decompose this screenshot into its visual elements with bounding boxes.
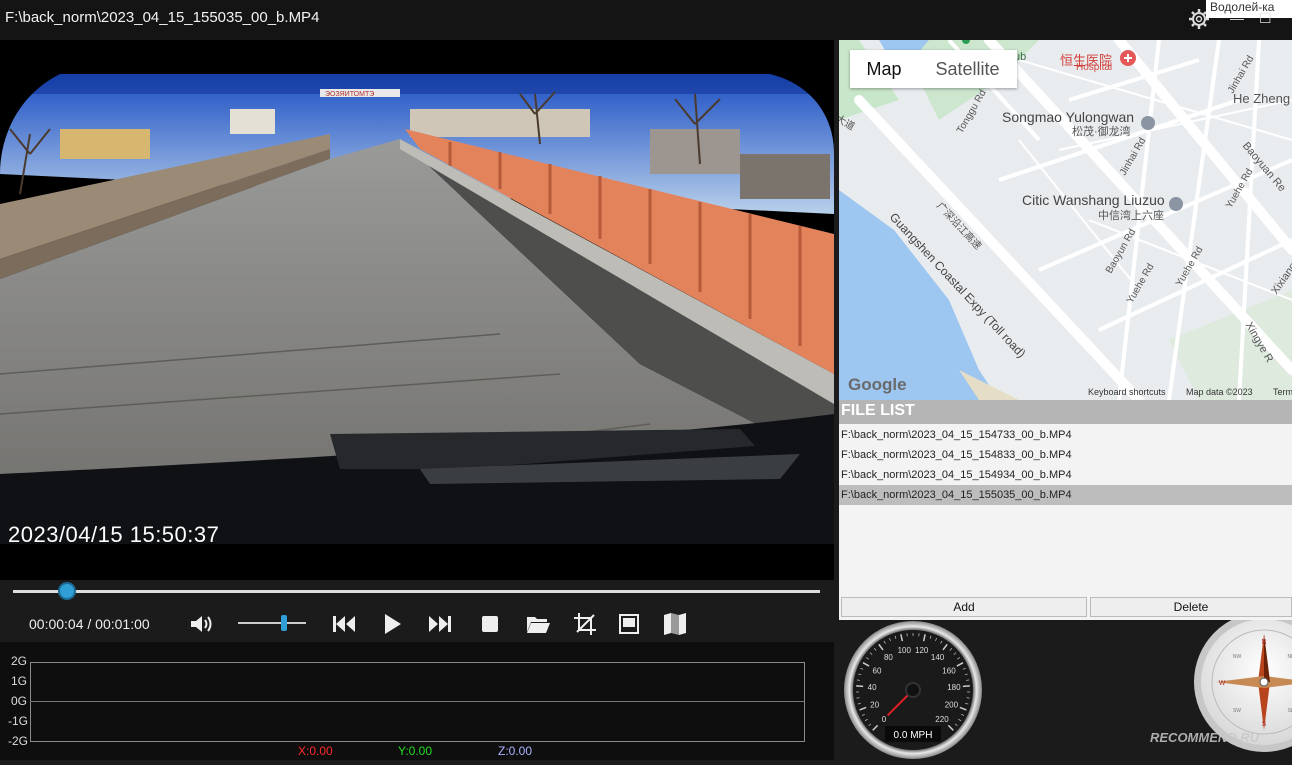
volume-slider[interactable] <box>238 622 306 624</box>
gsensor-zero-line <box>30 701 805 702</box>
minimize-icon[interactable]: — <box>1230 10 1244 26</box>
previous-icon[interactable] <box>330 610 358 638</box>
map-data-credit: Map data ©2023 <box>1186 387 1253 397</box>
compass-sw: SW <box>1233 708 1241 714</box>
tab-satellite[interactable]: Satellite <box>918 50 1017 88</box>
file-list-item-selected[interactable]: F:\back_norm\2023_04_15_155035_00_b.MP4 <box>839 485 1292 505</box>
seek-bar[interactable] <box>13 590 820 593</box>
speedometer-tick-label: 0 <box>882 715 887 724</box>
delete-button[interactable]: Delete <box>1090 597 1292 617</box>
volume-icon[interactable] <box>187 610 215 638</box>
seek-thumb[interactable] <box>58 582 76 600</box>
gsensor-label-minus1g: -1G <box>8 714 28 728</box>
compass-nw: NW <box>1233 654 1242 660</box>
speedometer-tick-label: 100 <box>898 646 912 655</box>
map-terms[interactable]: Term <box>1273 387 1292 397</box>
map-view[interactable]: 恒生医院 Hospital ub He Zheng Songmao Yulong… <box>839 40 1292 400</box>
google-logo: Google <box>848 375 907 395</box>
tab-map[interactable]: Map <box>850 50 918 88</box>
map-keyboard-shortcuts[interactable]: Keyboard shortcuts <box>1088 387 1166 397</box>
gsensor-y-value: Y:0.00 <box>398 744 432 758</box>
map-label-citic: Citic Wanshang Liuzuo <box>1022 192 1165 208</box>
map-label-hospital: Hospital <box>1076 62 1112 73</box>
add-button[interactable]: Add <box>841 597 1087 617</box>
snapshot-crop-icon[interactable] <box>571 610 599 638</box>
gsensor-panel: 2G 1G 0G -1G -2G X:0.00 Y:0.00 Z:0.00 <box>0 642 834 760</box>
gsensor-label-2g: 2G <box>11 654 27 668</box>
fullscreen-icon[interactable] <box>615 610 643 638</box>
compass-s: S <box>1262 721 1267 728</box>
speedometer-tick-label: 40 <box>868 683 877 692</box>
speedometer-hub <box>906 683 920 697</box>
gsensor-label-minus2g: -2G <box>8 734 28 748</box>
stop-icon[interactable] <box>476 610 504 638</box>
watermark: RECOMMEND.RU <box>1150 730 1259 745</box>
playback-time: 00:00:04 / 00:01:00 <box>29 616 150 632</box>
speedometer-tick-label: 140 <box>931 653 945 662</box>
compass-se: SE <box>1288 708 1292 714</box>
play-icon[interactable] <box>378 610 406 638</box>
volume-thumb[interactable] <box>281 615 287 631</box>
speedometer-tick-label: 220 <box>935 715 949 724</box>
video-frame[interactable]: ЭОЗЯИТОМТЭ <box>0 74 834 544</box>
compass-w: W <box>1219 680 1226 687</box>
gsensor-graph <box>30 662 805 742</box>
file-list-item[interactable]: F:\back_norm\2023_04_15_154934_00_b.MP4 <box>839 465 1292 485</box>
file-list-item[interactable]: F:\back_norm\2023_04_15_154733_00_b.MP4 <box>839 425 1292 445</box>
file-list-item[interactable]: F:\back_norm\2023_04_15_154833_00_b.MP4 <box>839 445 1292 465</box>
speedometer-tick-label: 120 <box>915 646 929 655</box>
video-sign-text: ЭОЗЯИТОМТЭ <box>325 91 374 98</box>
window-title: F:\back_norm\2023_04_15_155035_00_b.MP4 <box>5 9 319 26</box>
gsensor-z-value: Z:0.00 <box>498 744 532 758</box>
gsensor-x-value: X:0.00 <box>298 744 333 758</box>
gsensor-label-0g: 0G <box>11 694 27 708</box>
compass-n: N <box>1261 639 1266 646</box>
compass-ne: NE <box>1288 654 1292 660</box>
speed-readout: 0.0 MPH <box>894 730 933 741</box>
map-toggle-icon[interactable] <box>661 610 689 638</box>
player-controls: 00:00:04 / 00:01:00 <box>0 580 834 642</box>
open-folder-icon[interactable] <box>524 610 552 638</box>
map-label-he-zheng: He Zheng <box>1233 91 1290 106</box>
speedometer-tick-label: 20 <box>870 700 879 709</box>
speedometer-tick-label: 160 <box>942 666 956 675</box>
map-label-songmao-cn: 松茂·御龙湾 <box>1072 123 1131 139</box>
file-list: F:\back_norm\2023_04_15_154733_00_b.MP4 … <box>839 424 1292 620</box>
maximize-icon[interactable]: ☐ <box>1259 10 1272 27</box>
map-label-citic-cn: 中信湾上六座 <box>1098 207 1164 223</box>
speedometer-tick-label: 60 <box>873 666 882 675</box>
speedometer-tick-label: 180 <box>947 683 961 692</box>
speedometer-tick-label: 80 <box>884 653 893 662</box>
speedometer-tick-label: 200 <box>945 700 959 709</box>
file-list-header: FILE LIST <box>839 400 1292 424</box>
next-icon[interactable] <box>426 610 454 638</box>
video-timestamp: 2023/04/15 15:50:37 <box>8 522 219 548</box>
overlay-username: Водолей-ка <box>1206 0 1292 18</box>
gsensor-label-1g: 1G <box>11 674 27 688</box>
